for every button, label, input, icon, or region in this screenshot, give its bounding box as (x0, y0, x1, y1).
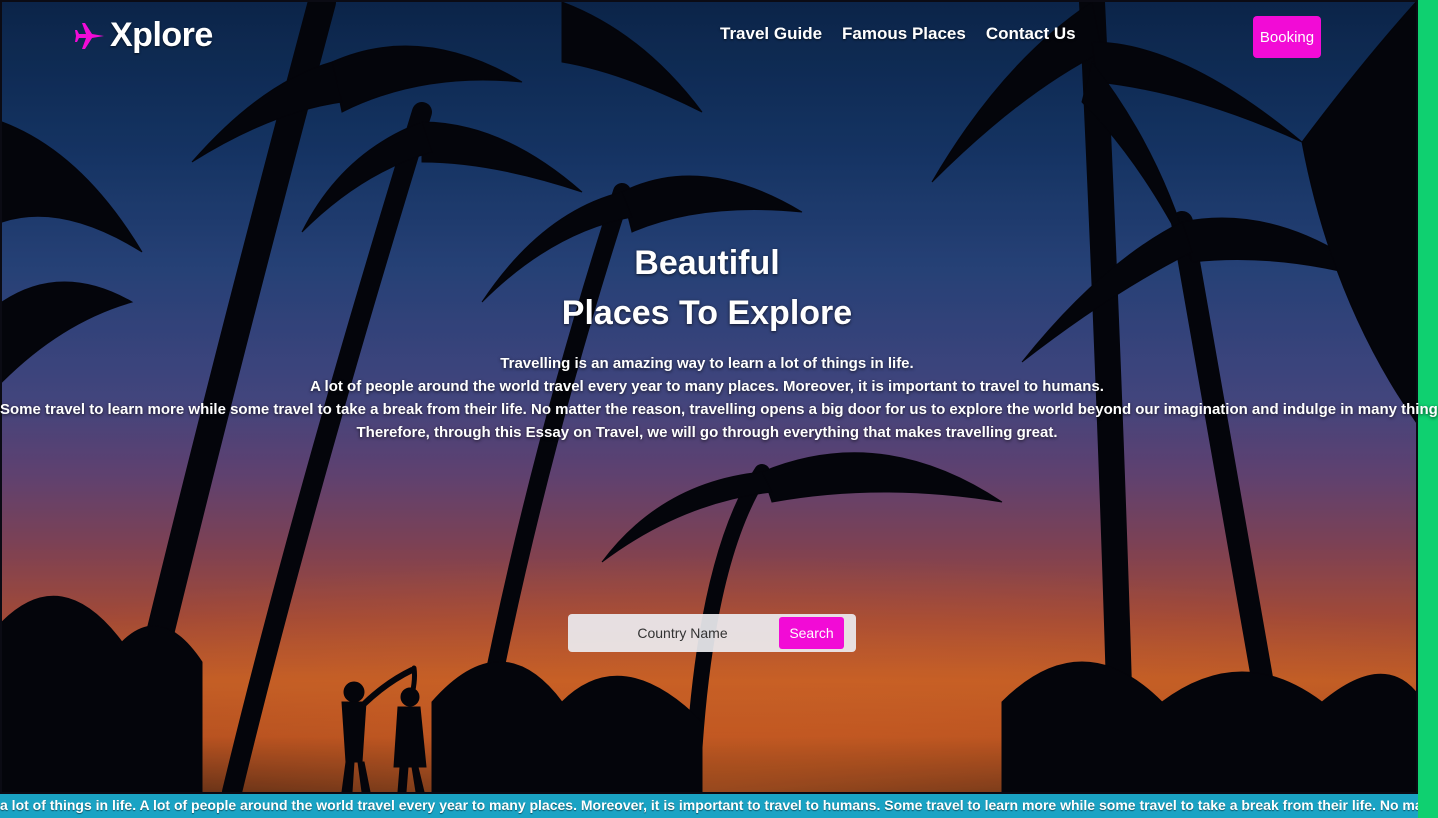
nav-famous-places[interactable]: Famous Places (842, 24, 966, 44)
airplane-icon (75, 22, 104, 49)
hero-title-line2: Places To Explore (561, 294, 853, 332)
brand-name: Xplore (110, 16, 213, 54)
hero-paragraph-line: Some travel to learn more while some tra… (0, 401, 1438, 418)
search-button[interactable]: Search (779, 617, 844, 649)
booking-button[interactable]: Booking (1253, 16, 1321, 58)
main-nav: Travel Guide Famous Places Contact Us (720, 24, 1076, 44)
hero-paragraph-line: Travelling is an amazing way to learn a … (500, 355, 914, 372)
ticker-text: a lot of things in life. A lot of people… (0, 797, 1418, 813)
country-search-input[interactable] (568, 616, 779, 650)
brand-logo[interactable]: Xplore (74, 16, 213, 55)
nav-travel-guide[interactable]: Travel Guide (720, 24, 822, 44)
hero-title-line1: Beautiful (634, 244, 780, 282)
hero-paragraph: Travelling is an amazing way to learn a … (0, 352, 1438, 444)
hero-paragraph-line: Therefore, through this Essay on Travel,… (356, 424, 1058, 441)
scrolling-ticker: a lot of things in life. A lot of people… (0, 794, 1418, 818)
search-bar: Search (568, 614, 856, 652)
nav-contact-us[interactable]: Contact Us (986, 24, 1076, 44)
hero-paragraph-line: A lot of people around the world travel … (310, 378, 1104, 395)
page: Xplore Travel Guide Famous Places Contac… (0, 0, 1438, 818)
